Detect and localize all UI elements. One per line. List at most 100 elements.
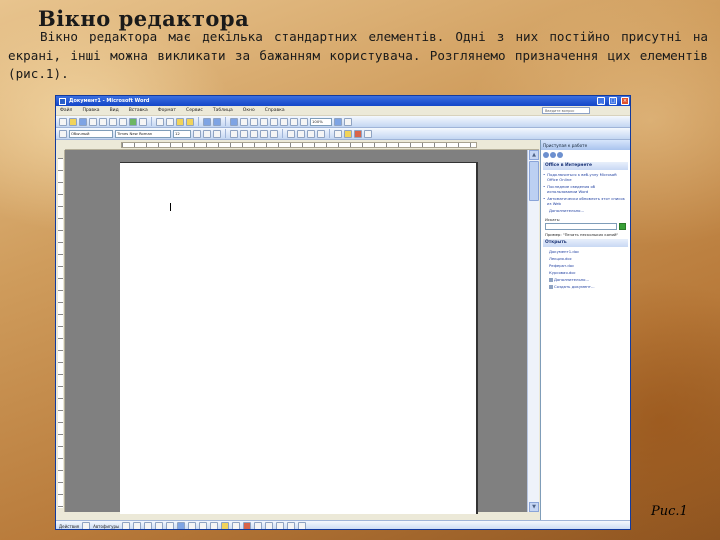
more-link[interactable]: Дополнительно...	[549, 208, 626, 213]
style-select[interactable]: Обычный	[69, 129, 113, 138]
shadow-icon[interactable]	[287, 522, 296, 529]
save-icon[interactable]	[79, 117, 87, 126]
menu-help[interactable]: Справка	[265, 108, 285, 113]
menu-table[interactable]: Таблица	[213, 108, 233, 113]
vertical-scrollbar[interactable]: ▲ ▼	[527, 150, 539, 512]
forward-icon[interactable]	[550, 152, 556, 158]
styles-formatting-icon[interactable]	[59, 129, 67, 138]
draw-actions-menu[interactable]: Действия	[59, 524, 79, 529]
hyperlink-icon[interactable]	[230, 117, 238, 126]
font-color-icon[interactable]	[243, 522, 252, 529]
back-icon[interactable]	[543, 152, 549, 158]
menu-format[interactable]: Формат	[158, 108, 176, 113]
task-pane-title[interactable]: Приступая к работе	[543, 143, 587, 148]
align-left-icon[interactable]	[230, 129, 238, 138]
insert-excel-icon[interactable]	[260, 117, 268, 126]
search-input[interactable]	[545, 223, 617, 230]
bold-icon[interactable]	[193, 129, 201, 138]
copy-icon[interactable]	[166, 117, 174, 126]
picture-icon[interactable]	[210, 522, 219, 529]
align-center-icon[interactable]	[240, 129, 248, 138]
font-select[interactable]: Times New Roman	[115, 129, 171, 138]
underline-icon[interactable]	[213, 129, 221, 138]
wordart-icon[interactable]	[177, 522, 186, 529]
textbox-icon[interactable]	[166, 522, 175, 529]
numbering-icon[interactable]	[287, 129, 295, 138]
menu-file[interactable]: Файл	[60, 108, 72, 113]
scroll-up-icon[interactable]: ▲	[529, 150, 539, 160]
email-icon[interactable]	[99, 117, 107, 126]
research-icon[interactable]	[139, 117, 147, 126]
arrow-icon[interactable]	[133, 522, 142, 529]
more-files-link[interactable]: Дополнительно...	[549, 277, 626, 282]
create-document-link[interactable]: Создать документ...	[549, 284, 626, 289]
new-document-icon[interactable]	[59, 117, 67, 126]
help-icon[interactable]	[334, 117, 342, 126]
line-style-icon[interactable]	[254, 522, 263, 529]
bullets-icon[interactable]	[297, 129, 305, 138]
minimize-icon[interactable]: _	[597, 97, 605, 105]
scroll-thumb[interactable]	[529, 161, 539, 201]
rectangle-icon[interactable]	[144, 522, 153, 529]
oval-icon[interactable]	[155, 522, 164, 529]
increase-indent-icon[interactable]	[317, 129, 325, 138]
line-spacing-icon[interactable]	[270, 129, 278, 138]
fill-color-icon[interactable]	[221, 522, 230, 529]
permission-icon[interactable]	[89, 117, 97, 126]
line-icon[interactable]	[122, 522, 131, 529]
paste-icon[interactable]	[176, 117, 184, 126]
justify-icon[interactable]	[260, 129, 268, 138]
auto-update-link[interactable]: Автоматически обновлять этот список из W…	[547, 196, 626, 206]
latest-news-link[interactable]: Последние сведения об использовании Word	[547, 184, 626, 194]
menu-insert[interactable]: Вставка	[129, 108, 148, 113]
open-icon[interactable]	[69, 117, 77, 126]
recent-file[interactable]: Лекция.doc	[549, 256, 626, 261]
dash-style-icon[interactable]	[265, 522, 274, 529]
3d-icon[interactable]	[298, 522, 307, 529]
print-icon[interactable]	[109, 117, 117, 126]
font-color-icon[interactable]	[354, 129, 362, 138]
redo-icon[interactable]	[213, 117, 221, 126]
maximize-icon[interactable]: □	[609, 97, 617, 105]
menu-view[interactable]: Вид	[110, 108, 119, 113]
close-icon[interactable]: ×	[621, 97, 629, 105]
vertical-ruler[interactable]	[56, 150, 65, 512]
tables-borders-icon[interactable]	[240, 117, 248, 126]
recent-file[interactable]: Реферат.doc	[549, 263, 626, 268]
outside-border-icon[interactable]	[334, 129, 342, 138]
zoom-select[interactable]: 100%	[310, 117, 332, 126]
undo-icon[interactable]	[203, 117, 211, 126]
autoshapes-menu[interactable]: Автофигуры	[93, 524, 119, 529]
read-mode-icon[interactable]	[344, 117, 352, 126]
show-hide-icon[interactable]	[300, 117, 308, 126]
line-color-icon[interactable]	[232, 522, 241, 529]
arrow-style-icon[interactable]	[276, 522, 285, 529]
columns-icon[interactable]	[270, 117, 278, 126]
align-right-icon[interactable]	[250, 129, 258, 138]
recent-file[interactable]: Курсовая.doc	[549, 270, 626, 275]
home-icon[interactable]	[557, 152, 563, 158]
menu-tools[interactable]: Сервис	[186, 108, 203, 113]
document-page[interactable]	[120, 162, 478, 514]
menu-window[interactable]: Окно	[243, 108, 255, 113]
toolbar-options-icon[interactable]	[364, 129, 372, 138]
cut-icon[interactable]	[156, 117, 164, 126]
recent-file[interactable]: Документ1.doc	[549, 249, 626, 254]
spelling-icon[interactable]	[129, 117, 137, 126]
help-question-input[interactable]: Введите вопрос	[542, 107, 590, 114]
menu-edit[interactable]: Правка	[82, 108, 99, 113]
font-size-select[interactable]: 12	[173, 129, 191, 138]
decrease-indent-icon[interactable]	[307, 129, 315, 138]
italic-icon[interactable]	[203, 129, 211, 138]
search-go-icon[interactable]	[619, 223, 626, 230]
diagram-icon[interactable]	[188, 522, 197, 529]
format-painter-icon[interactable]	[186, 117, 194, 126]
highlight-icon[interactable]	[344, 129, 352, 138]
scroll-down-icon[interactable]: ▼	[529, 502, 539, 512]
office-online-link[interactable]: Подключиться к веб-узлу Microsoft Office…	[547, 172, 626, 182]
select-objects-icon[interactable]	[82, 522, 91, 529]
drawing-icon[interactable]	[280, 117, 288, 126]
print-preview-icon[interactable]	[119, 117, 127, 126]
document-map-icon[interactable]	[290, 117, 298, 126]
clipart-icon[interactable]	[199, 522, 208, 529]
